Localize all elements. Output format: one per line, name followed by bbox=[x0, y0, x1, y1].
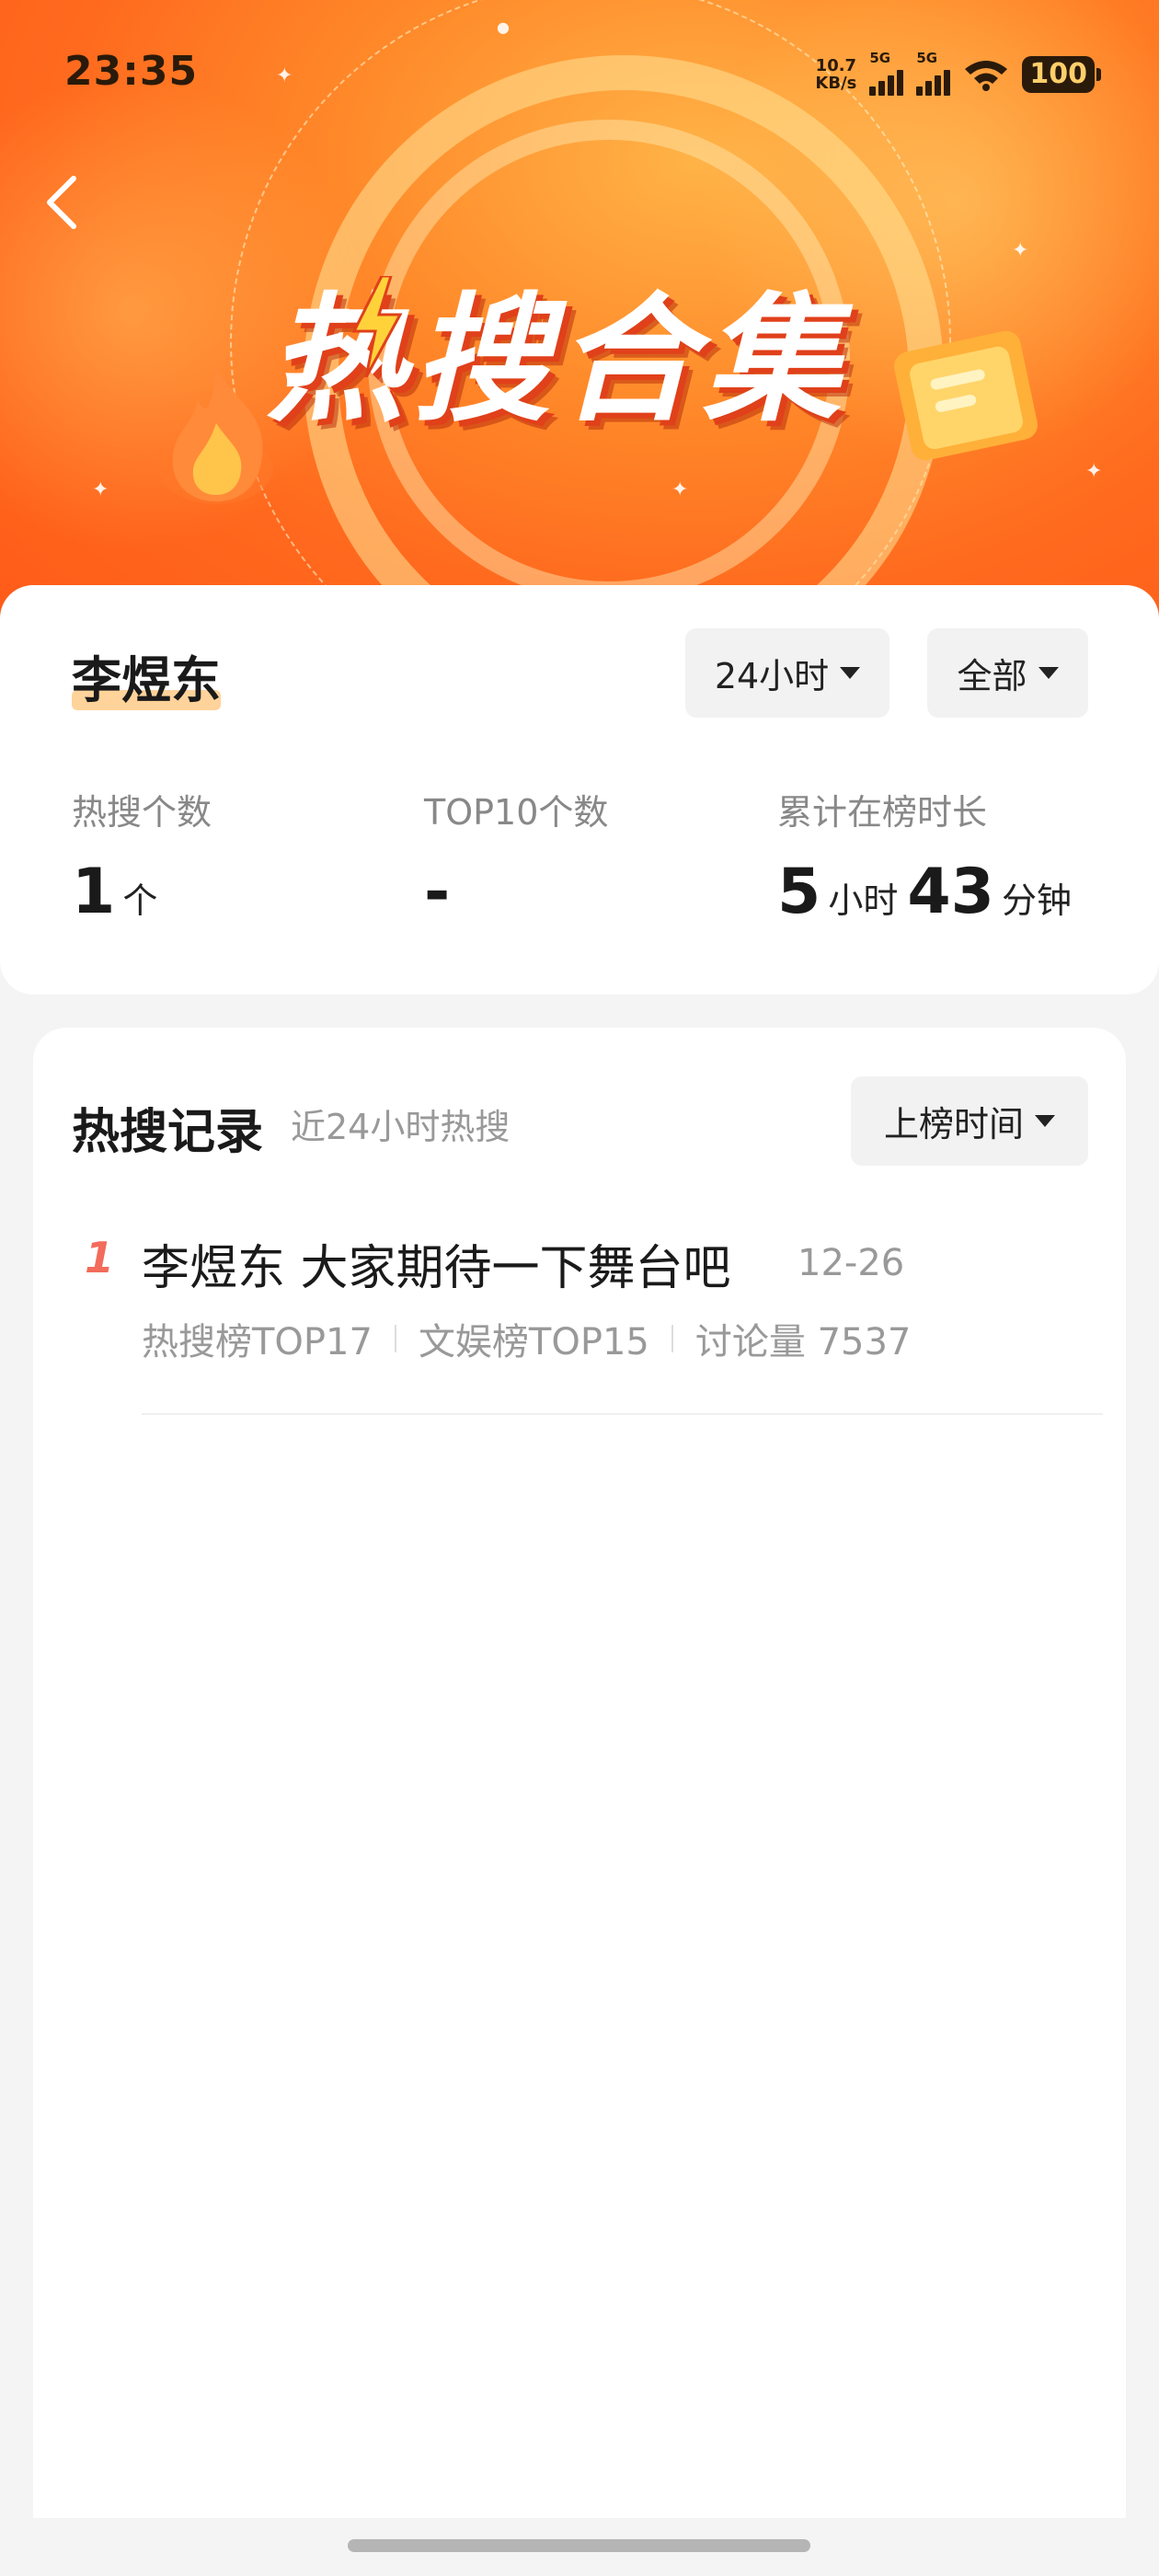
duration-minutes: 43 bbox=[907, 856, 994, 928]
cellular-signal-icon: 5G bbox=[869, 50, 904, 96]
record-meta-hot-rank: 热搜榜TOP17 bbox=[142, 1321, 373, 1363]
profile-name: 李煜东 bbox=[72, 651, 221, 709]
hot-count-label: 热搜个数 bbox=[72, 792, 212, 833]
record-meta: 热搜榜TOP17 文娱榜TOP15 讨论量 7537 bbox=[142, 1312, 911, 1365]
cellular-signal-icon: 5G bbox=[916, 50, 951, 96]
wifi-icon bbox=[965, 61, 1008, 91]
meta-separator bbox=[394, 1325, 396, 1352]
scope-dropdown[interactable]: 全部 bbox=[927, 628, 1088, 718]
signal-label: 5G bbox=[869, 50, 891, 66]
sort-dropdown[interactable]: 上榜时间 bbox=[851, 1076, 1088, 1166]
sort-label: 上榜时间 bbox=[883, 1104, 1024, 1144]
hot-count-value: 1 bbox=[72, 856, 116, 928]
top10-value: - bbox=[424, 856, 451, 928]
records-subtitle: 近24小时热搜 bbox=[291, 1107, 511, 1147]
hot-count-unit: 个 bbox=[122, 880, 158, 921]
network-speed-unit: KB/s bbox=[815, 74, 857, 93]
flame-icon bbox=[159, 368, 273, 504]
record-title[interactable]: 李煜东 大家期待一下舞台吧 bbox=[142, 1229, 731, 1298]
status-time: 23:35 bbox=[64, 48, 199, 95]
record-date: 12-26 bbox=[798, 1242, 905, 1284]
duration-stat: 5 小时 43 分钟 bbox=[777, 856, 1081, 928]
profile-name-wrap: 李煜东 bbox=[72, 639, 221, 712]
hot-count-stat: 1个 bbox=[72, 856, 166, 928]
time-range-dropdown[interactable]: 24小时 bbox=[685, 628, 889, 718]
record-meta-discussion: 讨论量 7537 bbox=[694, 1321, 912, 1363]
duration-minutes-unit: 分钟 bbox=[1001, 880, 1072, 921]
record-meta-ent-rank: 文娱榜TOP15 bbox=[418, 1321, 649, 1363]
meta-separator bbox=[671, 1325, 673, 1352]
sparkle-icon: ✦ bbox=[1085, 460, 1103, 483]
sparkle-icon: ✦ bbox=[671, 478, 689, 501]
signal-label: 5G bbox=[916, 50, 938, 66]
network-speed: 10.7 KB/s bbox=[815, 57, 856, 92]
lightning-icon bbox=[351, 276, 403, 377]
battery-indicator: 100 bbox=[1022, 56, 1101, 93]
sparkle-icon: ✦ bbox=[1012, 239, 1029, 262]
rank-number: 1 bbox=[85, 1233, 115, 1282]
duration-label: 累计在榜时长 bbox=[777, 792, 988, 833]
network-speed-value: 10.7 bbox=[815, 56, 857, 75]
records-title: 热搜记录 bbox=[72, 1105, 264, 1160]
time-range-label: 24小时 bbox=[714, 656, 830, 696]
caret-down-icon bbox=[1035, 1115, 1055, 1127]
top10-label: TOP10个数 bbox=[424, 792, 609, 833]
sparkle-icon: ✦ bbox=[92, 478, 109, 501]
duration-hours: 5 bbox=[777, 856, 821, 928]
scope-label: 全部 bbox=[957, 656, 1027, 696]
list-divider bbox=[142, 1413, 1103, 1415]
folder-icon bbox=[894, 330, 1038, 461]
caret-down-icon bbox=[1038, 667, 1059, 679]
caret-down-icon bbox=[840, 667, 861, 679]
back-arrow-icon[interactable] bbox=[37, 166, 92, 239]
duration-hours-unit: 小时 bbox=[828, 880, 899, 921]
home-indicator[interactable] bbox=[348, 2539, 810, 2552]
status-bar: 23:35 10.7 KB/s 5G 5G 100 bbox=[0, 0, 1159, 147]
